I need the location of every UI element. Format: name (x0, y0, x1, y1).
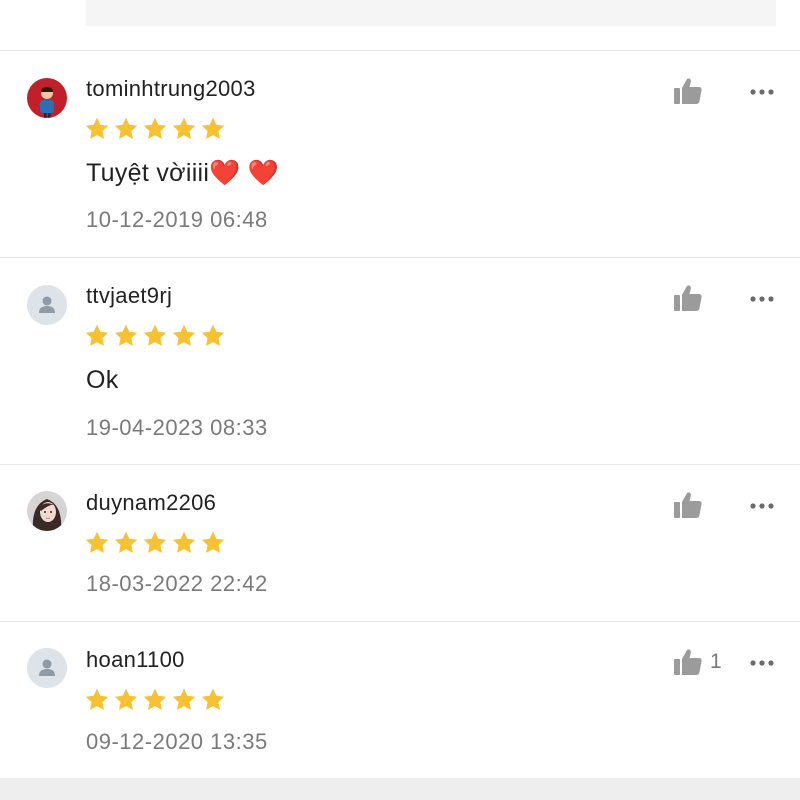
review-username[interactable]: tominhtrung2003 (86, 77, 256, 101)
star-icon (143, 117, 167, 139)
star-icon (201, 324, 225, 346)
star-icon (172, 324, 196, 346)
review-comment: Ok (86, 366, 119, 394)
divider (0, 621, 800, 622)
rating-stars (84, 323, 226, 349)
thumbs-up-icon (674, 492, 702, 518)
review-username[interactable]: hoan1100 (86, 648, 185, 672)
star-icon (201, 117, 225, 139)
divider (0, 464, 800, 465)
default-user-icon (27, 648, 67, 688)
star-icon (201, 531, 225, 553)
review-timestamp: 09-12-2020 13:35 (86, 729, 268, 754)
review-timestamp: 18-03-2022 22:42 (86, 571, 268, 596)
star-icon (143, 324, 167, 346)
thumbs-up-icon (674, 78, 702, 104)
rating-stars (84, 530, 226, 556)
star-icon (172, 688, 196, 710)
more-options-button[interactable] (748, 499, 776, 511)
star-icon (114, 117, 138, 139)
divider (0, 257, 800, 258)
avatar[interactable] (27, 648, 67, 688)
rating-stars (84, 116, 226, 142)
previous-reply-box (86, 0, 776, 26)
review-username[interactable]: ttvjaet9rj (86, 284, 172, 308)
reviews-page: tominhtrung2003 Tuyệt vờiiii❤️ ❤️ 10-12-… (0, 0, 800, 800)
star-icon (143, 688, 167, 710)
more-dots-icon (750, 296, 774, 302)
thumbs-up-icon (674, 285, 702, 311)
like-button[interactable] (672, 490, 704, 520)
review-timestamp: 10-12-2019 06:48 (86, 207, 268, 232)
avatar[interactable] (27, 491, 67, 531)
star-icon (85, 117, 109, 139)
more-dots-icon (750, 660, 774, 666)
review-comment: Tuyệt vờiiii❤️ ❤️ (86, 159, 280, 187)
star-icon (114, 324, 138, 346)
default-user-icon (27, 285, 67, 325)
star-icon (172, 117, 196, 139)
star-icon (85, 531, 109, 553)
star-icon (201, 688, 225, 710)
review-timestamp: 19-04-2023 08:33 (86, 415, 268, 440)
star-icon (114, 688, 138, 710)
review-username[interactable]: duynam2206 (86, 491, 216, 515)
avatar[interactable] (27, 78, 67, 118)
avatar[interactable] (27, 285, 67, 325)
like-button[interactable] (672, 76, 704, 106)
bottom-section-background (0, 778, 800, 800)
more-options-button[interactable] (748, 656, 776, 668)
more-dots-icon (750, 89, 774, 95)
star-icon (85, 324, 109, 346)
thumbs-up-icon (674, 649, 702, 675)
more-dots-icon (750, 503, 774, 509)
divider (0, 50, 800, 51)
star-icon (172, 531, 196, 553)
star-icon (85, 688, 109, 710)
star-icon (143, 531, 167, 553)
more-options-button[interactable] (748, 85, 776, 97)
rating-stars (84, 687, 226, 713)
like-count: 1 (710, 650, 722, 673)
like-button[interactable] (672, 647, 704, 677)
like-button[interactable] (672, 283, 704, 313)
more-options-button[interactable] (748, 292, 776, 304)
star-icon (114, 531, 138, 553)
